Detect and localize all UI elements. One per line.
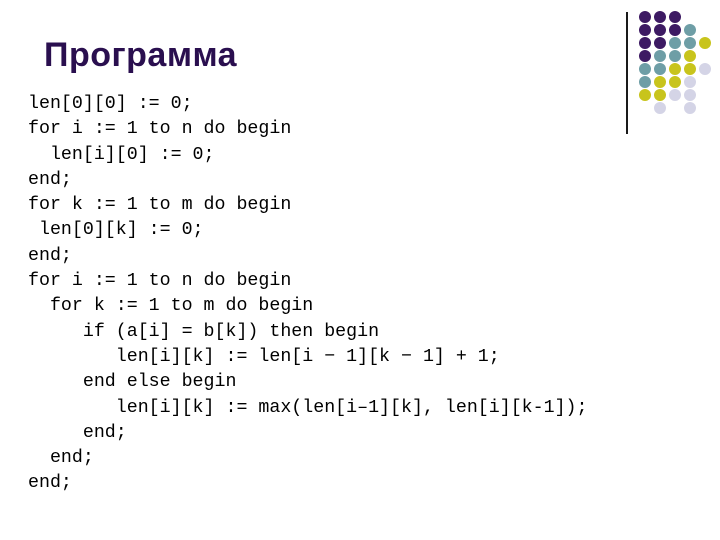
- code-line: end;: [28, 422, 127, 443]
- code-line: end else begin: [28, 372, 237, 393]
- dot-yellow: [654, 89, 666, 101]
- code-block: len[0][0] := 0; for i := 1 to n do begin …: [28, 92, 588, 497]
- code-line: len[i][k] := max(len[i–1][k], len[i][k-1…: [28, 397, 588, 418]
- dot-yellow: [669, 76, 681, 88]
- dot-lavender: [669, 89, 681, 101]
- code-line: for i := 1 to n do begin: [28, 119, 292, 140]
- dot-purple: [669, 11, 681, 23]
- dot-purple: [639, 24, 651, 36]
- dot-yellow: [684, 50, 696, 62]
- dot-yellow: [669, 63, 681, 75]
- dot-teal: [654, 50, 666, 62]
- code-line: for i := 1 to n do begin: [28, 271, 292, 292]
- dot-purple: [654, 11, 666, 23]
- dot-teal: [669, 50, 681, 62]
- code-line: if (a[i] = b[k]) then begin: [28, 321, 380, 342]
- dot-lavender: [654, 102, 666, 114]
- dot-yellow: [684, 63, 696, 75]
- dot-purple: [639, 37, 651, 49]
- code-line: len[i][0] := 0;: [28, 144, 215, 165]
- dot-teal: [684, 37, 696, 49]
- dot-teal: [639, 76, 651, 88]
- code-line: end;: [28, 473, 72, 494]
- dot-lavender: [684, 102, 696, 114]
- dot-lavender: [684, 89, 696, 101]
- dot-teal: [669, 37, 681, 49]
- dot-purple: [654, 24, 666, 36]
- code-line: end;: [28, 448, 94, 469]
- dot-purple: [669, 24, 681, 36]
- dot-teal: [639, 63, 651, 75]
- dot-teal: [684, 24, 696, 36]
- code-line: for k := 1 to m do begin: [28, 195, 292, 216]
- code-line: len[i][k] := len[i − 1][k − 1] + 1;: [28, 346, 500, 367]
- dot-lavender: [699, 63, 711, 75]
- dot-purple: [639, 11, 651, 23]
- code-line: for k := 1 to m do begin: [28, 296, 314, 317]
- code-line: len[0][0] := 0;: [28, 94, 193, 114]
- dot-yellow: [654, 76, 666, 88]
- dot-purple: [654, 37, 666, 49]
- dot-teal: [654, 63, 666, 75]
- code-line: len[0][k] := 0;: [28, 220, 204, 241]
- code-line: end;: [28, 245, 72, 266]
- dot-yellow: [639, 89, 651, 101]
- dot-lavender: [684, 76, 696, 88]
- dot-yellow: [699, 37, 711, 49]
- dot-purple: [639, 50, 651, 62]
- code-line: end;: [28, 169, 72, 190]
